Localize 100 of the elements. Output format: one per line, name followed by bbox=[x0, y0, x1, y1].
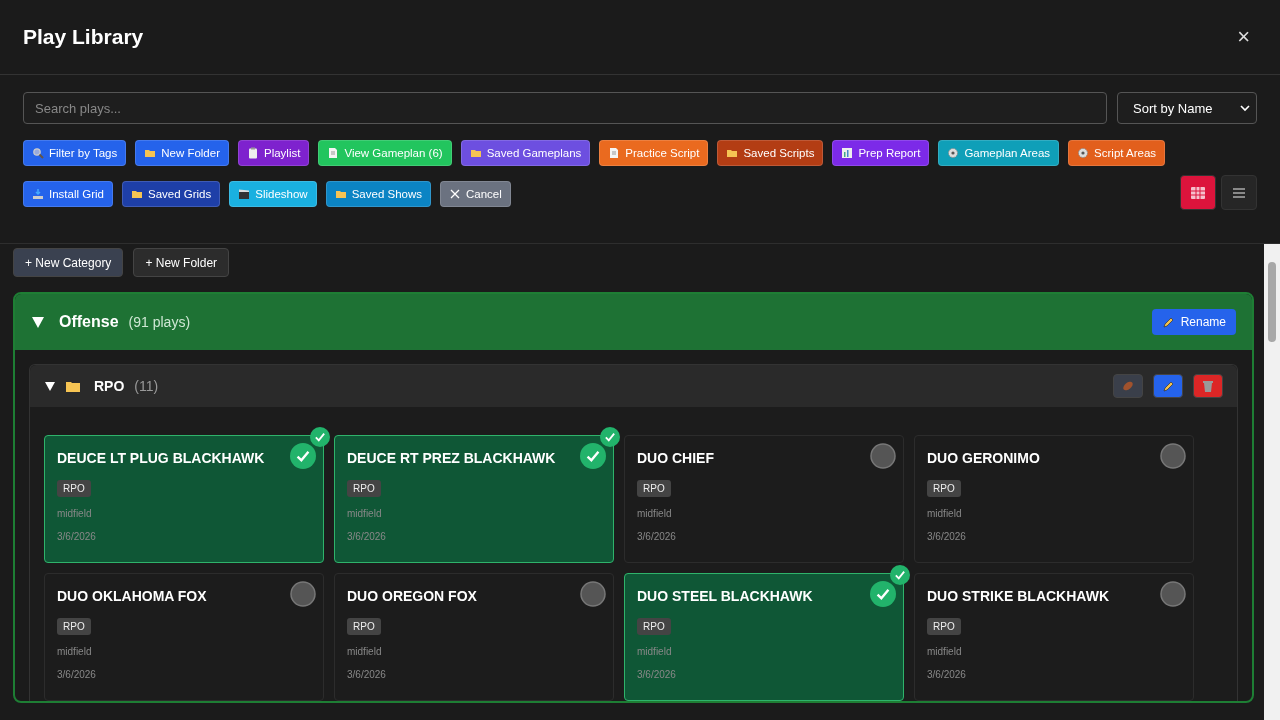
play-date: 3/6/2026 bbox=[347, 531, 386, 542]
menu-icon bbox=[1232, 186, 1246, 199]
play-tag: RPO bbox=[57, 480, 91, 497]
play-date: 3/6/2026 bbox=[637, 669, 676, 680]
toolbar-button[interactable]: Saved Shows bbox=[325, 181, 431, 207]
play-card[interactable]: DUO STRIKE BLACKHAWK RPO midfield 3/6/2026 bbox=[914, 573, 1194, 701]
folder-icon bbox=[334, 188, 347, 200]
chevron-down-icon bbox=[1240, 103, 1250, 113]
document-icon bbox=[327, 147, 340, 159]
close-button[interactable]: × bbox=[1237, 24, 1250, 50]
play-card[interactable]: DUO GERONIMO RPO midfield 3/6/2026 bbox=[914, 435, 1194, 563]
new-folder-button[interactable]: + New Folder bbox=[133, 248, 230, 277]
play-name: DUO OKLAHOMA FOX bbox=[57, 588, 207, 604]
toolbar-button[interactable]: Prep Report bbox=[832, 140, 930, 166]
selection-circle-icon[interactable] bbox=[1160, 443, 1186, 469]
play-card[interactable]: DUO OREGON FOX RPO midfield 3/6/2026 bbox=[334, 573, 614, 701]
bar-chart-icon bbox=[841, 147, 854, 159]
toolbar-button[interactable]: Saved Gameplans bbox=[460, 140, 591, 166]
play-name: DUO GERONIMO bbox=[927, 450, 1040, 466]
folder-icon bbox=[726, 147, 739, 159]
checkmark-icon[interactable] bbox=[870, 581, 896, 607]
checkmark-icon[interactable] bbox=[580, 443, 606, 469]
play-tag: RPO bbox=[637, 618, 671, 635]
gear-icon bbox=[1077, 147, 1090, 159]
document-icon bbox=[608, 147, 621, 159]
play-area: midfield bbox=[927, 508, 962, 519]
toolbar-button[interactable]: Saved Grids bbox=[121, 181, 221, 207]
clapperboard-icon bbox=[238, 188, 251, 200]
toolbar-button[interactable]: Filter by Tags bbox=[23, 140, 127, 166]
collapse-triangle-icon[interactable] bbox=[44, 380, 56, 392]
pencil-icon bbox=[1161, 379, 1175, 393]
play-card[interactable]: DUO OKLAHOMA FOX RPO midfield 3/6/2026 bbox=[44, 573, 324, 701]
category-name: Offense bbox=[59, 313, 119, 331]
play-name: DUO CHIEF bbox=[637, 450, 714, 466]
rename-button[interactable]: Rename bbox=[1151, 309, 1236, 335]
trash-icon bbox=[1203, 380, 1213, 392]
play-date: 3/6/2026 bbox=[57, 669, 96, 680]
folder-name: RPO bbox=[94, 378, 125, 394]
folder-icon bbox=[66, 380, 80, 392]
selection-circle-icon[interactable] bbox=[1160, 581, 1186, 607]
checkmark-icon[interactable] bbox=[600, 427, 620, 447]
inbox-tray-icon bbox=[32, 188, 44, 200]
play-card[interactable]: DEUCE LT PLUG BLACKHAWK RPO midfield 3/6/2026 bbox=[44, 435, 324, 563]
play-name: DEUCE RT PREZ BLACKHAWK bbox=[347, 450, 556, 466]
scrollbar[interactable] bbox=[1264, 244, 1280, 720]
play-card[interactable]: DUO CHIEF RPO midfield 3/6/2026 bbox=[624, 435, 904, 563]
play-area: midfield bbox=[347, 508, 382, 519]
play-area: midfield bbox=[637, 508, 672, 519]
football-icon bbox=[1122, 380, 1134, 392]
play-card[interactable]: DUO STEEL BLACKHAWK RPO midfield 3/6/2026 bbox=[624, 573, 904, 701]
folder-icon bbox=[469, 147, 482, 159]
play-tag: RPO bbox=[927, 480, 961, 497]
edit-button[interactable] bbox=[1153, 374, 1183, 398]
play-date: 3/6/2026 bbox=[57, 531, 96, 542]
selection-circle-icon[interactable] bbox=[580, 581, 606, 607]
play-name: DUO STRIKE BLACKHAWK bbox=[927, 588, 1109, 604]
play-card[interactable]: DEUCE RT PREZ BLACKHAWK RPO midfield 3/6/2026 bbox=[334, 435, 614, 563]
checkmark-icon[interactable] bbox=[310, 427, 330, 447]
play-tag: RPO bbox=[637, 480, 671, 497]
play-count: (11) bbox=[134, 378, 159, 394]
play-tag: RPO bbox=[927, 618, 961, 635]
pencil-icon bbox=[1161, 315, 1175, 329]
toolbar-button[interactable]: Playlist bbox=[238, 140, 310, 166]
checkmark-icon[interactable] bbox=[890, 565, 910, 585]
sort-dropdown[interactable]: Sort by Name bbox=[1117, 92, 1257, 124]
search-field[interactable]: Search plays... bbox=[23, 92, 1107, 124]
play-area: midfield bbox=[637, 646, 672, 657]
toolbar-button[interactable]: Install Grid bbox=[23, 181, 113, 207]
toolbar-button[interactable]: Saved Scripts bbox=[717, 140, 824, 166]
play-count: (91 plays) bbox=[128, 314, 191, 330]
play-tag: RPO bbox=[347, 480, 381, 497]
grid-view-button[interactable] bbox=[1180, 175, 1216, 210]
new-category-button[interactable]: + New Category bbox=[13, 248, 124, 277]
toolbar-button[interactable]: New Folder bbox=[135, 140, 229, 166]
grid-icon bbox=[1191, 186, 1205, 199]
play-name: DUO STEEL BLACKHAWK bbox=[637, 588, 813, 604]
play-tag: RPO bbox=[57, 618, 91, 635]
delete-button[interactable] bbox=[1193, 374, 1223, 398]
play-area: midfield bbox=[347, 646, 382, 657]
close-icon bbox=[449, 188, 461, 200]
play-name: DUO OREGON FOX bbox=[347, 588, 477, 604]
play-name: DEUCE LT PLUG BLACKHAWK bbox=[57, 450, 265, 466]
play-date: 3/6/2026 bbox=[927, 531, 966, 542]
folder-icon bbox=[130, 188, 143, 200]
list-view-button[interactable] bbox=[1221, 175, 1257, 210]
folder-icon bbox=[144, 147, 157, 159]
play-tag: RPO bbox=[347, 618, 381, 635]
selection-circle-icon[interactable] bbox=[290, 581, 316, 607]
toolbar-button[interactable]: Cancel bbox=[440, 181, 511, 207]
toolbar-button[interactable]: Script Areas bbox=[1068, 140, 1166, 166]
search-icon bbox=[32, 147, 44, 159]
checkmark-icon[interactable] bbox=[290, 443, 316, 469]
clipboard-icon bbox=[247, 147, 259, 159]
dialog-title: Play Library bbox=[23, 25, 144, 49]
selection-circle-icon[interactable] bbox=[870, 443, 896, 469]
play-date: 3/6/2026 bbox=[347, 669, 386, 680]
play-date: 3/6/2026 bbox=[637, 531, 676, 542]
gear-icon bbox=[947, 147, 960, 159]
play-area: midfield bbox=[57, 508, 92, 519]
play-date: 3/6/2026 bbox=[927, 669, 966, 680]
